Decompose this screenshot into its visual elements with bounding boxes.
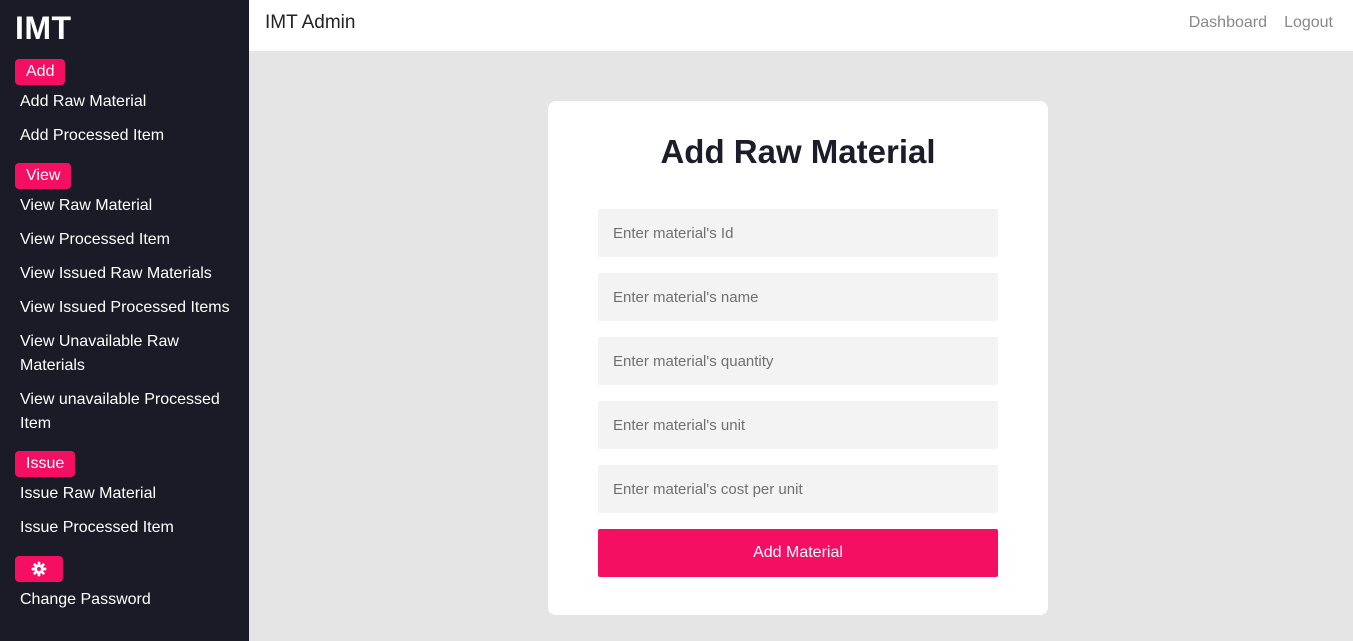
app-title: IMT Admin <box>265 12 356 33</box>
view-section-badge: View <box>15 163 72 189</box>
nav-link-dashboard[interactable]: Dashboard <box>1189 14 1267 32</box>
sidebar-item-issue-raw-material[interactable]: Issue Raw Material <box>20 482 235 506</box>
sidebar-item-view-processed-item[interactable]: View Processed Item <box>20 228 235 252</box>
material-id-input[interactable] <box>598 209 998 257</box>
add-material-button[interactable]: Add Material <box>598 529 998 577</box>
top-navbar: IMT Admin Dashboard Logout <box>249 0 1353 51</box>
form-title: Add Raw Material <box>660 133 936 170</box>
sidebar: IMT Add Add Raw Material Add Processed I… <box>0 0 249 641</box>
sidebar-item-change-password[interactable]: Change Password <box>20 588 235 612</box>
material-quantity-input[interactable] <box>598 337 998 385</box>
sidebar-item-view-issued-processed-items[interactable]: View Issued Processed Items <box>20 296 235 320</box>
issue-section-badge: Issue <box>15 451 76 477</box>
add-material-form-card: Add Raw Material Add Material <box>548 101 1048 615</box>
nav-link-logout[interactable]: Logout <box>1284 14 1333 32</box>
gear-icon <box>31 561 47 577</box>
settings-section-badge <box>15 556 63 582</box>
sidebar-item-view-unavailable-processed-item[interactable]: View unavailable Processed Item <box>20 388 220 436</box>
add-section-badge: Add <box>15 59 66 85</box>
material-cost-per-unit-input[interactable] <box>598 465 998 513</box>
sidebar-item-issue-processed-item[interactable]: Issue Processed Item <box>20 516 235 540</box>
material-name-input[interactable] <box>598 273 998 321</box>
brand-logo: IMT <box>15 10 72 46</box>
sidebar-item-view-issued-raw-materials[interactable]: View Issued Raw Materials <box>20 262 235 286</box>
sidebar-item-add-processed-item[interactable]: Add Processed Item <box>20 124 235 148</box>
sidebar-item-view-unavailable-raw-materials[interactable]: View Unavailable Raw Materials <box>20 330 195 378</box>
sidebar-item-add-raw-material[interactable]: Add Raw Material <box>20 90 235 114</box>
material-unit-input[interactable] <box>598 401 998 449</box>
sidebar-item-view-raw-material[interactable]: View Raw Material <box>20 194 235 218</box>
